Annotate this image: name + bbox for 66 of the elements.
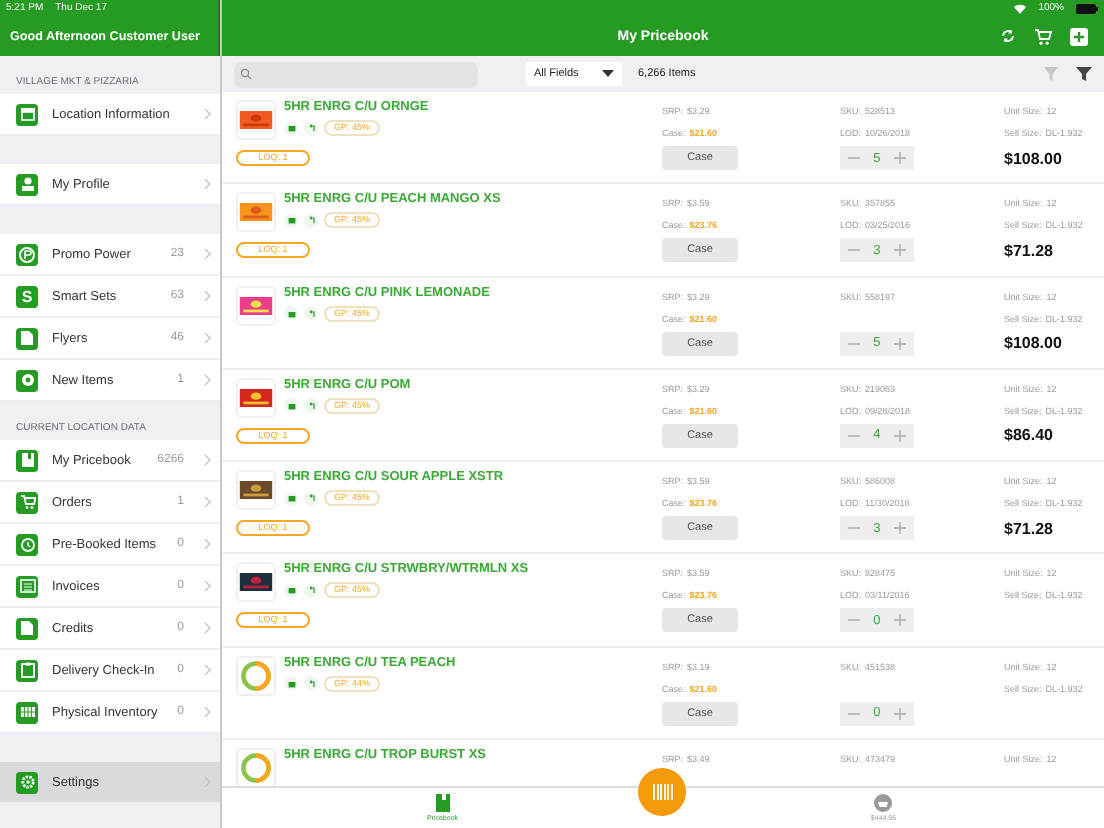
chevron-icon bbox=[204, 454, 212, 466]
dropdown-caret-icon bbox=[602, 70, 614, 78]
chevron-icon bbox=[204, 332, 212, 344]
list-icon bbox=[16, 575, 38, 597]
return-icon bbox=[304, 121, 318, 135]
line-total: $108.00 bbox=[1004, 149, 1064, 167]
plus-icon[interactable] bbox=[892, 520, 909, 537]
store-icon bbox=[284, 676, 298, 691]
battery-icon bbox=[1076, 3, 1098, 13]
store-icon bbox=[284, 121, 298, 135]
doc-icon bbox=[16, 617, 38, 639]
filter-icon[interactable] bbox=[1076, 66, 1092, 82]
book-icon bbox=[435, 794, 450, 812]
chevron-icon bbox=[204, 706, 212, 718]
line-total: $71.28 bbox=[1004, 241, 1055, 260]
book-icon bbox=[16, 449, 38, 471]
line-total: $86.40 bbox=[1004, 426, 1055, 445]
promo-icon bbox=[16, 243, 38, 265]
smart-sets-icon: S bbox=[16, 285, 38, 307]
line-total: $71.28 bbox=[1004, 519, 1055, 538]
chevron-icon bbox=[204, 374, 212, 386]
return-icon bbox=[304, 583, 318, 598]
store-icon bbox=[284, 306, 298, 321]
plus-icon[interactable] bbox=[892, 150, 909, 166]
return-icon bbox=[304, 491, 318, 506]
clip-icon bbox=[16, 659, 38, 681]
plus-icon[interactable] bbox=[892, 242, 909, 259]
chevron-icon bbox=[204, 580, 212, 592]
return-icon bbox=[304, 398, 318, 413]
line-total: $108.00 bbox=[1004, 334, 1064, 353]
plus-icon[interactable] bbox=[892, 705, 909, 722]
doc-icon bbox=[16, 327, 38, 349]
sync-icon[interactable] bbox=[1000, 28, 1016, 44]
chevron-icon bbox=[204, 538, 212, 550]
chevron-icon bbox=[204, 108, 212, 120]
chevron-icon bbox=[204, 248, 212, 260]
store-icon bbox=[16, 103, 38, 125]
barcode-scan-button[interactable] bbox=[638, 768, 686, 816]
grid-icon bbox=[16, 701, 38, 723]
cart-icon bbox=[16, 491, 38, 513]
clock-icon bbox=[16, 533, 38, 555]
chevron-icon bbox=[204, 622, 212, 634]
plus-icon[interactable] bbox=[892, 427, 909, 444]
store-icon bbox=[284, 398, 298, 413]
store-icon bbox=[284, 583, 298, 598]
plus-icon[interactable] bbox=[892, 335, 909, 352]
wifi-icon bbox=[1014, 3, 1027, 13]
cart-icon[interactable] bbox=[1034, 27, 1052, 45]
star-icon bbox=[16, 369, 38, 391]
plus-icon[interactable] bbox=[892, 612, 909, 629]
return-icon bbox=[304, 306, 318, 321]
add-icon[interactable] bbox=[1070, 27, 1088, 45]
return-icon bbox=[304, 676, 318, 691]
chevron-icon bbox=[204, 178, 212, 190]
barcode-icon bbox=[651, 784, 673, 800]
basket-icon bbox=[874, 794, 893, 812]
chevron-icon bbox=[204, 290, 212, 302]
store-icon bbox=[284, 213, 298, 228]
return-icon bbox=[304, 213, 318, 228]
search-field[interactable] bbox=[234, 61, 478, 87]
person-icon bbox=[16, 173, 38, 195]
store-icon bbox=[284, 491, 298, 506]
search-icon bbox=[240, 68, 252, 80]
chevron-icon bbox=[204, 496, 212, 508]
chevron-icon bbox=[204, 664, 212, 676]
gear-icon bbox=[16, 771, 38, 793]
